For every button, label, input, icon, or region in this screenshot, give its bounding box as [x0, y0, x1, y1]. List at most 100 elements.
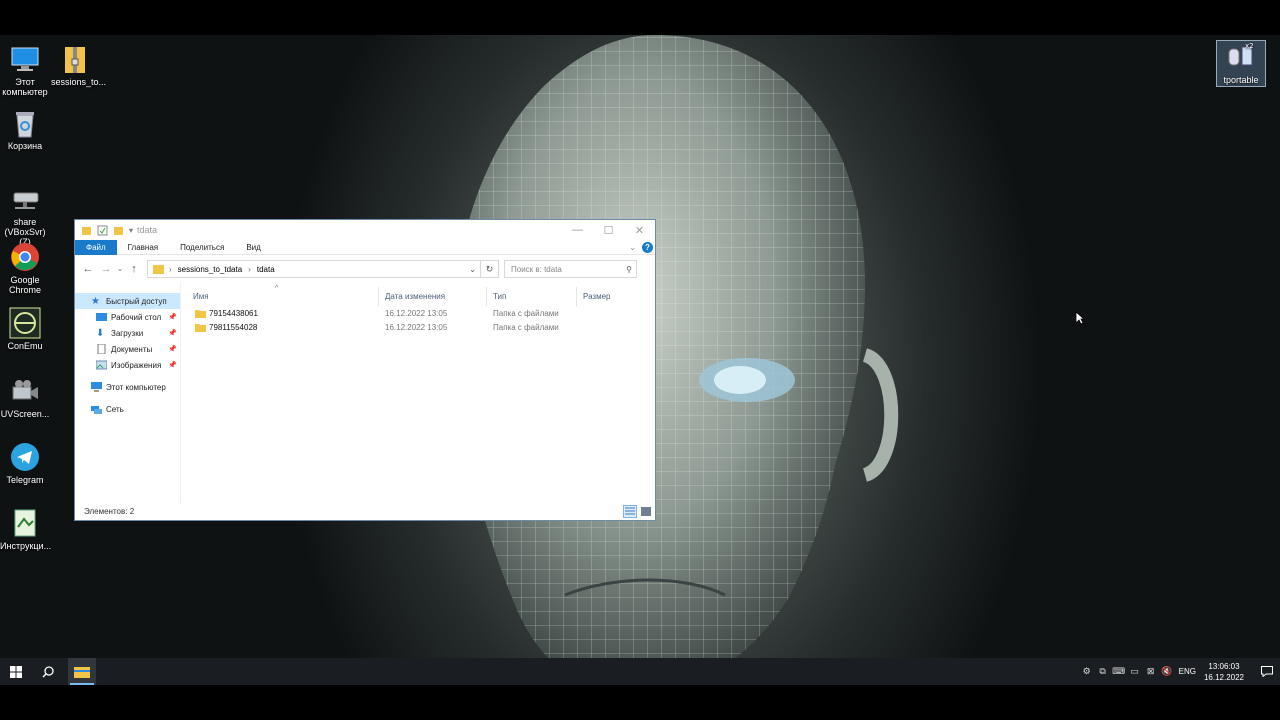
search-icon: ⚲ [626, 264, 632, 274]
refresh-button[interactable]: ↻ [481, 260, 499, 278]
up-button[interactable]: ↑ [125, 260, 143, 278]
archive-folder-icon [65, 47, 85, 73]
nav-documents[interactable]: Документы 📌 [75, 341, 180, 357]
tab-file[interactable]: Файл [75, 239, 117, 255]
notifications-button[interactable] [1254, 666, 1280, 677]
column-type[interactable]: Тип [487, 286, 577, 306]
desktop-icon-chrome[interactable]: Google Chrome [0, 241, 50, 295]
details-view-button[interactable] [623, 505, 637, 518]
address-bar[interactable]: › sessions_to_tdata › tdata ⌄ [147, 260, 481, 278]
search-input[interactable]: Поиск в: tdata ⚲ [504, 260, 637, 278]
system-tray: ⚙ ⧉ ⌨ ▭ ⊠ 🔇 ENG 13:06:03 16.12.2022 [1079, 658, 1280, 685]
clock-time: 13:06:03 [1208, 661, 1240, 671]
ribbon-tabs: Файл Главная Поделиться Вид ⌄ ? [75, 239, 655, 255]
column-name[interactable]: ^ Имя [181, 285, 379, 306]
taskbar-search-button[interactable] [32, 658, 64, 685]
recycle-bin-icon [16, 112, 34, 138]
nav-desktop[interactable]: Рабочий стол 📌 [75, 309, 180, 325]
navigation-pane: ★ Быстрый доступ Рабочий стол 📌 ⬇ Загруз… [75, 283, 181, 503]
search-placeholder: Поиск в: tdata [511, 264, 562, 274]
desktop-icon-instructions[interactable]: Инструкци... [0, 507, 51, 551]
desktop-icon-sessions[interactable]: sessions_to... [51, 43, 106, 87]
nav-this-pc[interactable]: Этот компьютер [75, 379, 180, 395]
desktop-icon-conemu[interactable]: ConEmu [0, 307, 50, 351]
file-row[interactable]: 79154438061 16.12.2022 13:05 Папка с фай… [181, 306, 655, 320]
desktop-icon-share[interactable]: share (VBoxSvr) (Z) [0, 183, 50, 247]
computer-small-icon [91, 382, 102, 392]
network-tray-icon[interactable]: ⚙ [1079, 666, 1095, 677]
recent-locations-icon[interactable]: ⌄ [115, 260, 125, 278]
expand-ribbon-icon[interactable]: ⌄ [629, 243, 636, 252]
network-drive-icon [13, 192, 39, 209]
forward-button[interactable]: → [97, 260, 115, 278]
navigation-bar: ← → ⌄ ↑ › sessions_to_tdata › tdata ⌄ ↻ … [75, 255, 655, 283]
file-row[interactable]: 79811554028 16.12.2022 13:05 Папка с фай… [181, 320, 655, 334]
search-icon [42, 665, 54, 677]
tportable-icon: x2 [1228, 42, 1254, 66]
nav-downloads[interactable]: ⬇ Загрузки 📌 [75, 325, 180, 341]
column-modified[interactable]: Дата изменения [379, 286, 487, 306]
desktop-icon-tportable[interactable]: x2 tportable [1216, 40, 1266, 87]
tab-home[interactable]: Главная [117, 240, 169, 255]
address-dropdown-icon[interactable]: ⌄ [469, 265, 480, 274]
documents-icon [97, 344, 106, 354]
item-count: Элементов: 2 [84, 507, 135, 516]
nav-network[interactable]: Сеть [75, 401, 180, 417]
desktop-icon-recycle-bin[interactable]: Корзина [0, 107, 50, 151]
desktop-folder-icon [96, 313, 107, 321]
quick-access-dropdown-icon[interactable]: ▾ [129, 226, 133, 235]
large-icons-view-button[interactable] [639, 505, 653, 518]
new-folder-icon[interactable] [113, 225, 124, 236]
status-bar: Элементов: 2 [75, 503, 655, 520]
folder-address-icon [153, 265, 164, 274]
window-title: tdata [137, 225, 158, 235]
close-button[interactable]: ✕ [624, 220, 655, 240]
download-icon: ⬇ [96, 328, 105, 339]
tab-share[interactable]: Поделиться [169, 240, 235, 255]
display-tray-icon[interactable]: ▭ [1127, 666, 1143, 677]
conemu-icon [9, 307, 41, 339]
notifications-icon [1261, 666, 1273, 677]
breadcrumb-current[interactable]: tdata [257, 265, 275, 274]
breadcrumb-parent[interactable]: sessions_to_tdata [178, 265, 243, 274]
desktop-icon-uvscreen[interactable]: UVScreen... [0, 375, 50, 419]
nav-quick-access[interactable]: ★ Быстрый доступ [75, 293, 180, 309]
pin-icon: 📌 [168, 314, 177, 321]
properties-icon[interactable] [97, 225, 108, 236]
file-list: ^ Имя Дата изменения Тип Размер 79154438… [181, 283, 655, 503]
tab-view[interactable]: Вид [235, 240, 271, 255]
folder-small-icon [82, 226, 91, 235]
title-bar[interactable]: ▾ tdata — ☐ ✕ [75, 220, 655, 240]
svg-text:x2: x2 [1245, 42, 1254, 50]
desktop-icon-telegram[interactable]: Telegram [0, 441, 50, 485]
details-view-icon [625, 507, 635, 515]
desktop-icon-this-pc[interactable]: Этот компьютер [0, 43, 50, 97]
language-indicator[interactable]: ENG [1179, 667, 1196, 676]
pin-icon: 📌 [168, 330, 177, 337]
folder-icon [195, 309, 206, 318]
column-size[interactable]: Размер [577, 287, 641, 306]
start-button[interactable] [0, 658, 32, 685]
taskbar-explorer-button[interactable] [68, 658, 96, 685]
column-headers: ^ Имя Дата изменения Тип Размер [181, 285, 655, 306]
help-icon[interactable]: ? [642, 241, 653, 253]
back-button[interactable]: ← [79, 260, 97, 278]
network-disconnected-icon[interactable]: ⊠ [1143, 666, 1159, 677]
telegram-icon [11, 443, 39, 471]
nav-images[interactable]: Изображения 📌 [75, 357, 180, 373]
document-icon [14, 509, 36, 537]
volume-muted-icon[interactable]: 🔇 [1159, 666, 1175, 677]
pin-icon: 📌 [168, 346, 177, 353]
maximize-button[interactable]: ☐ [593, 220, 624, 240]
clock[interactable]: 13:06:03 16.12.2022 [1204, 661, 1244, 683]
minimize-button[interactable]: — [562, 220, 593, 240]
star-icon: ★ [91, 296, 100, 307]
mouse-cursor-icon [1075, 311, 1085, 325]
computer-icon [11, 47, 39, 71]
taskbar: ⚙ ⧉ ⌨ ▭ ⊠ 🔇 ENG 13:06:03 16.12.2022 [0, 658, 1280, 685]
virtualbox-tray-icon[interactable]: ⧉ [1095, 666, 1111, 677]
folder-icon [195, 323, 206, 332]
explorer-window[interactable]: ▾ tdata — ☐ ✕ Файл Главная Поделиться Ви… [74, 219, 656, 521]
windows-icon [10, 665, 22, 678]
keyboard-tray-icon[interactable]: ⌨ [1111, 666, 1127, 677]
